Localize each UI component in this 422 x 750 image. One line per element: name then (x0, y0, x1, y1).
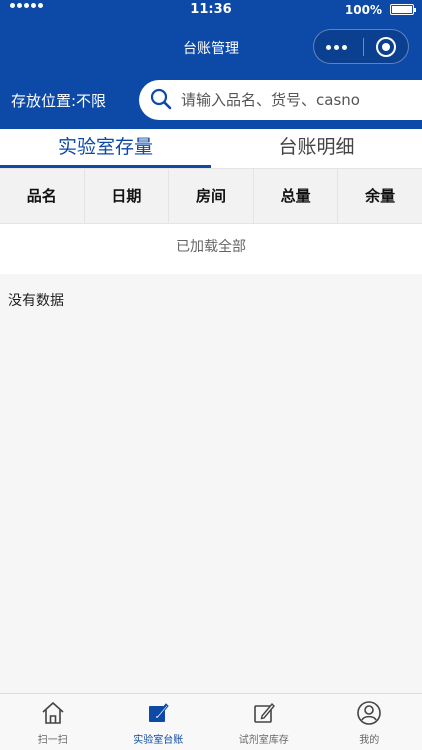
tabbar-item-mine[interactable]: 我的 (317, 694, 422, 750)
status-bar: 11:36 100% (0, 0, 422, 22)
empty-state-text: 没有数据 (8, 293, 64, 309)
tabbar-label-lab-ledger: 实验室台账 (133, 735, 184, 746)
search-icon (150, 88, 172, 110)
search-box[interactable] (139, 80, 422, 120)
tabbar-label-mine: 我的 (359, 735, 380, 746)
mini-program-capsule (313, 29, 409, 64)
edit-outline-icon (253, 702, 275, 723)
user-icon (357, 701, 382, 725)
capsule-divider (363, 38, 364, 56)
column-header-date: 日期 (85, 169, 170, 223)
edit-icon (149, 703, 169, 722)
tabbar-item-scan[interactable]: 扫一扫 (0, 694, 106, 750)
filter-search-row: 存放位置:不限 (0, 70, 422, 129)
search-input[interactable] (181, 80, 411, 120)
tabbar-label-scan: 扫一扫 (37, 735, 68, 746)
table-header: 品名 日期 房间 总量 余量 (0, 168, 422, 224)
bottom-tab-bar: 扫一扫 实验室台账 试剂室库存 我的 (0, 693, 422, 750)
column-header-name: 品名 (0, 169, 85, 223)
tab-bar-top: 实验室存量 台账明细 (0, 129, 422, 168)
tabbar-item-lab-ledger[interactable]: 实验室台账 (106, 694, 212, 750)
location-filter[interactable]: 存放位置:不限 (11, 90, 106, 111)
loaded-all-notice: 已加载全部 (0, 224, 422, 274)
tab-lab-stock[interactable]: 实验室存量 (0, 129, 211, 168)
column-header-remaining: 余量 (365, 187, 396, 205)
more-icon[interactable] (326, 45, 347, 50)
tabbar-item-reagent-stock[interactable]: 试剂室库存 (211, 694, 317, 750)
battery-icon (390, 4, 416, 15)
home-icon (42, 702, 64, 724)
battery-percent: 100% (344, 3, 382, 17)
column-header-total: 总量 (254, 169, 339, 223)
column-header-room: 房间 (169, 169, 254, 223)
tabbar-label-reagent-stock: 试剂室库存 (238, 735, 289, 746)
list-content: 没有数据 (0, 274, 422, 693)
top-header: 11:36 100% 台账管理 (0, 0, 422, 70)
tab-ledger-detail[interactable]: 台账明细 (211, 129, 422, 168)
close-mini-program-icon[interactable] (376, 37, 396, 57)
